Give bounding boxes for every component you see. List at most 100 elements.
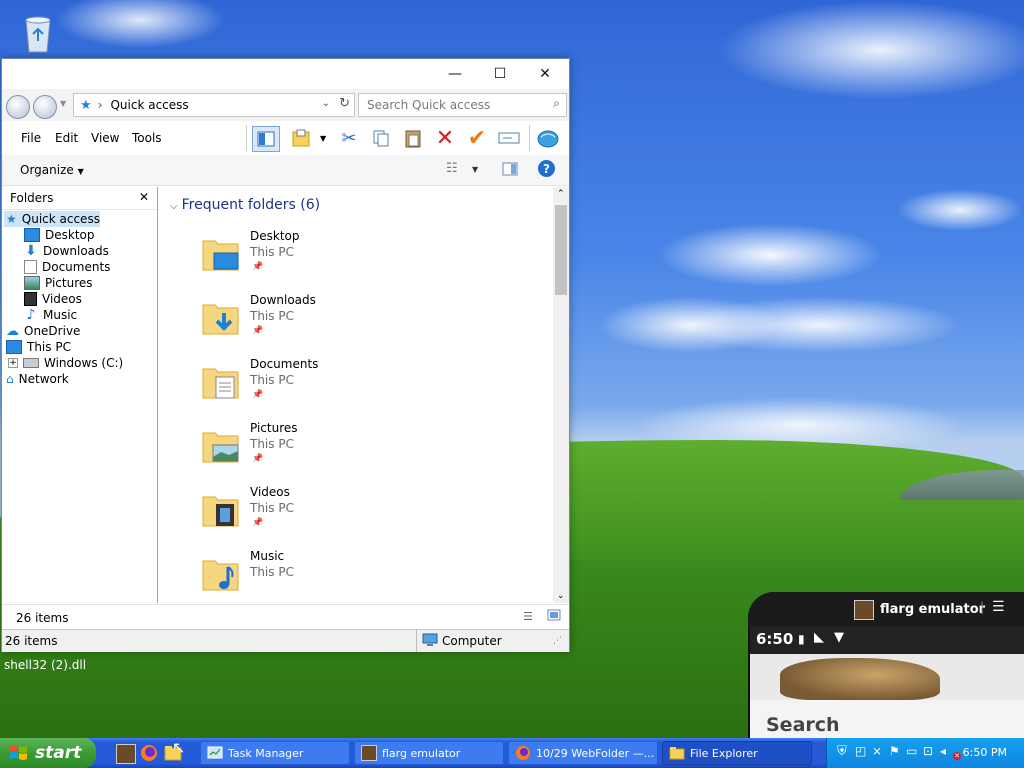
properties-icon[interactable] [289, 126, 315, 150]
vertical-scrollbar[interactable]: ⌃ ⌄ [553, 187, 569, 603]
title-bar[interactable]: — ☐ ✕ [2, 59, 569, 89]
scroll-down-icon[interactable]: ⌄ [557, 591, 565, 601]
minimize-button[interactable]: — [432, 59, 478, 89]
folders-pane-title: Folders [10, 191, 54, 205]
item-count-classic: 26 items [5, 634, 58, 648]
flag-icon[interactable]: ⚑ [889, 744, 903, 758]
network-icon: ⌂ [6, 372, 14, 386]
tree-item-network[interactable]: ⌂ Network [4, 371, 69, 387]
menu-edit[interactable]: Edit [55, 131, 78, 145]
recent-locations-icon[interactable]: ▼ [60, 99, 66, 108]
back-button[interactable] [6, 95, 30, 119]
cloud-icon: ☁ [6, 323, 19, 339]
tree-item-desktop[interactable]: Desktop [24, 227, 95, 243]
tree-item-downloads[interactable]: ⬇ Downloads [24, 243, 109, 259]
view-options-icon[interactable]: ▼ [472, 165, 478, 174]
firefox-icon[interactable] [140, 744, 158, 762]
pin-icon: 📌 [252, 262, 264, 272]
tree-item-pictures[interactable]: Pictures [24, 275, 93, 291]
expand-icon[interactable]: + [8, 358, 18, 368]
chevron-down-icon[interactable]: ⌄ [322, 98, 330, 109]
status-location: Computer [442, 634, 502, 648]
folder-item-desktop[interactable]: Desktop This PC 📌 [202, 227, 502, 287]
refresh-icon[interactable]: ↻ [339, 96, 350, 111]
task-webfolder-firefox[interactable]: 10/29 WebFolder —... [508, 741, 658, 765]
tree-item-onedrive[interactable]: ☁ OneDrive [4, 323, 80, 339]
tree-item-music[interactable]: ♪ Music [24, 307, 78, 323]
taskbar-clock[interactable]: 6:50 PM [963, 746, 1007, 759]
hamburger-menu-icon[interactable]: ☰ [992, 599, 1005, 615]
details-view-icon[interactable]: ☰ [523, 610, 533, 623]
scroll-up-icon[interactable]: ⌃ [557, 189, 565, 199]
close-pane-icon[interactable]: ✕ [139, 190, 149, 204]
tree-item-this-pc[interactable]: This PC [4, 339, 71, 355]
preview-pane-toggle-icon[interactable] [502, 162, 518, 179]
folder-item-downloads[interactable]: Downloads This PC 📌 [202, 291, 502, 351]
pictures-folder-icon [202, 432, 239, 463]
resize-grip-icon[interactable]: ⋰ [553, 636, 562, 646]
folder-item-videos[interactable]: Videos This PC 📌 [202, 483, 502, 543]
large-icons-view-icon[interactable] [547, 609, 561, 624]
paste-icon[interactable] [400, 126, 426, 150]
quicklaunch-emulator-icon[interactable] [116, 744, 136, 764]
pin-icon: 📌 [252, 390, 264, 400]
file-explorer-window: — ☐ ✕ ▼ ★ › Quick access ⌄ ↻ Search Quic… [1, 58, 570, 652]
preview-pane-icon[interactable] [252, 126, 280, 152]
address-bar[interactable]: ★ › Quick access ⌄ ↻ [73, 93, 355, 117]
copy-icon[interactable] [368, 126, 394, 150]
camera-icon[interactable]: ◰ [855, 744, 869, 758]
maximize-button[interactable]: ☐ [477, 59, 523, 89]
dropdown-arrow-icon[interactable]: ▼ [320, 134, 326, 143]
task-task-manager[interactable]: Task Manager [200, 741, 350, 765]
delete-icon[interactable]: ✕ [432, 126, 458, 151]
folder-item-pictures[interactable]: Pictures This PC 📌 [202, 419, 502, 479]
start-button[interactable]: start [0, 738, 96, 768]
frequent-folders-header[interactable]: ⌵ Frequent folders (6) [170, 197, 320, 213]
shield-icon[interactable]: ⛨ [837, 744, 851, 759]
tree-item-videos[interactable]: Videos [24, 291, 82, 307]
scrollbar-thumb[interactable] [555, 205, 567, 295]
pin-icon: 📌 [252, 518, 264, 528]
cut-icon[interactable]: ✂ [336, 126, 362, 150]
search-field[interactable]: Search [766, 714, 840, 736]
change-view-icon[interactable]: ☷ [446, 161, 458, 176]
error-badge-icon[interactable]: ✕ [953, 752, 961, 760]
classic-status-bar: 26 items Computer ⋰ [2, 629, 569, 652]
recycle-bin-icon[interactable] [18, 12, 58, 54]
checkmark-icon[interactable]: ✔ [464, 126, 490, 151]
chevron-down-icon: ⌵ [170, 201, 178, 212]
tree-item-documents[interactable]: Documents [24, 259, 110, 275]
help-icon[interactable]: ? [538, 160, 555, 177]
rename-icon[interactable] [496, 126, 522, 150]
close-button[interactable]: ✕ [522, 59, 568, 89]
mute-icon[interactable]: ⨯ [872, 744, 886, 758]
task-file-explorer[interactable]: File Explorer [662, 741, 812, 765]
network-status-icon[interactable]: ⊡ [923, 744, 937, 758]
menu-file[interactable]: File [21, 131, 41, 145]
forward-button[interactable] [33, 95, 57, 119]
star-icon: ★ [80, 97, 92, 113]
search-input[interactable]: Search Quick access ⌕ [358, 93, 567, 117]
globe-icon[interactable] [535, 126, 561, 150]
emulator-screen[interactable]: 6:50 ▮ ◣ ▼ Search [750, 626, 1024, 738]
menu-tools[interactable]: Tools [132, 131, 162, 145]
volume-icon[interactable]: ◂ [940, 744, 954, 758]
task-flarg-emulator[interactable]: flarg emulator [354, 741, 504, 765]
emulator-title-bar[interactable]: flarg emulator | ☰ [748, 592, 1024, 626]
tree-item-quick-access[interactable]: ★ Quick access [4, 211, 100, 227]
tree-item-windows-c[interactable]: + Windows (C:) [8, 355, 123, 371]
address-text: Quick access [110, 98, 189, 112]
menu-view[interactable]: View [91, 131, 119, 145]
tree-item-label: Downloads [43, 244, 109, 258]
folder-item-documents[interactable]: Documents This PC 📌 [202, 355, 502, 415]
folders-pane-header: Folders ✕ [2, 187, 157, 210]
organize-button[interactable]: Organize ▼ [20, 163, 84, 177]
monitor-icon[interactable]: ▭ [906, 744, 920, 758]
folder-item-music[interactable]: Music This PC [202, 547, 502, 603]
status-bar: 26 items ☰ [2, 604, 569, 629]
folder-name: Downloads [250, 293, 316, 307]
task-label: File Explorer [690, 746, 758, 760]
videos-icon [24, 292, 37, 306]
desktop-icon [24, 228, 40, 242]
breadcrumb-separator-icon: › [97, 98, 103, 112]
